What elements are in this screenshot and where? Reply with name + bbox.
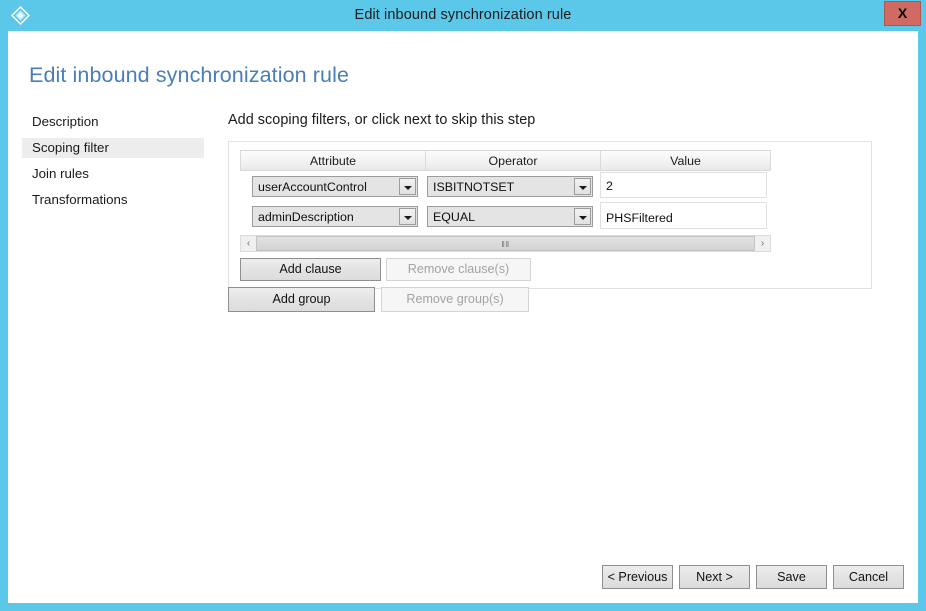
column-header-value[interactable]: Value bbox=[600, 150, 771, 171]
attribute-dropdown-value: userAccountControl bbox=[258, 180, 367, 194]
chevron-down-icon[interactable] bbox=[574, 208, 591, 225]
window-title: Edit inbound synchronization rule bbox=[354, 7, 572, 23]
attribute-dropdown-value: adminDescription bbox=[258, 210, 354, 224]
column-header-attribute[interactable]: Attribute bbox=[240, 150, 425, 171]
add-group-button[interactable]: Add group bbox=[228, 287, 375, 312]
cell-attribute: adminDescription bbox=[240, 202, 425, 227]
scroll-right-arrow-icon[interactable]: › bbox=[755, 236, 770, 251]
cell-operator: ISBITNOTSET bbox=[425, 172, 600, 197]
clause-button-row: Add clause Remove clause(s) bbox=[240, 258, 531, 281]
operator-dropdown[interactable]: ISBITNOTSET bbox=[427, 176, 593, 197]
horizontal-scrollbar[interactable]: ‹ ‖‖ › bbox=[240, 235, 771, 252]
sidebar-item-transformations[interactable]: Transformations bbox=[22, 190, 204, 210]
clause-table: Attribute Operator Value userAccountCont… bbox=[240, 150, 771, 231]
scrollbar-track[interactable]: ‖‖ bbox=[256, 236, 755, 251]
wizard-step-nav: Description Scoping filter Join rules Tr… bbox=[22, 112, 204, 216]
scoping-filter-group: Attribute Operator Value userAccountCont… bbox=[228, 141, 872, 289]
previous-button[interactable]: < Previous bbox=[602, 565, 673, 589]
dialog-window: Edit inbound synchronization rule X Edit… bbox=[0, 0, 926, 611]
clause-table-header-row: Attribute Operator Value bbox=[240, 150, 771, 171]
cell-attribute: userAccountControl bbox=[240, 172, 425, 197]
client-area: Edit inbound synchronization rule Descri… bbox=[8, 31, 918, 603]
cell-value bbox=[600, 172, 771, 198]
attribute-dropdown[interactable]: userAccountControl bbox=[252, 176, 418, 197]
column-header-operator[interactable]: Operator bbox=[425, 150, 600, 171]
cell-value bbox=[600, 202, 771, 229]
dialog-footer: < Previous Next > Save Cancel bbox=[602, 565, 904, 589]
cell-operator: EQUAL bbox=[425, 202, 600, 227]
operator-dropdown[interactable]: EQUAL bbox=[427, 206, 593, 227]
sidebar-item-label: Transformations bbox=[32, 192, 128, 207]
sidebar-item-label: Description bbox=[32, 114, 99, 129]
sidebar-item-description[interactable]: Description bbox=[22, 112, 204, 132]
save-button[interactable]: Save bbox=[756, 565, 827, 589]
sidebar-item-label: Join rules bbox=[32, 166, 89, 181]
step-instruction: Add scoping filters, or click next to sk… bbox=[228, 112, 536, 128]
page-title: Edit inbound synchronization rule bbox=[29, 63, 350, 87]
close-icon[interactable]: X bbox=[884, 1, 921, 26]
sidebar-item-join-rules[interactable]: Join rules bbox=[22, 164, 204, 184]
sidebar-item-label: Scoping filter bbox=[32, 140, 109, 155]
operator-dropdown-value: ISBITNOTSET bbox=[433, 180, 515, 194]
remove-clause-button: Remove clause(s) bbox=[386, 258, 531, 281]
remove-group-button: Remove group(s) bbox=[381, 287, 529, 312]
next-button[interactable]: Next > bbox=[679, 565, 750, 589]
scroll-left-arrow-icon[interactable]: ‹ bbox=[241, 236, 256, 251]
sidebar-item-scoping-filter[interactable]: Scoping filter bbox=[22, 138, 204, 158]
operator-dropdown-value: EQUAL bbox=[433, 210, 476, 224]
table-row: adminDescription EQUAL bbox=[240, 202, 771, 231]
chevron-down-icon[interactable] bbox=[399, 178, 416, 195]
value-input[interactable] bbox=[600, 172, 767, 198]
table-row: userAccountControl ISBITNOTSET bbox=[240, 172, 771, 201]
scrollbar-thumb[interactable]: ‖‖ bbox=[256, 236, 755, 251]
main-pane: Add scoping filters, or click next to sk… bbox=[228, 112, 898, 312]
chevron-down-icon[interactable] bbox=[399, 208, 416, 225]
value-input[interactable] bbox=[600, 202, 767, 229]
attribute-dropdown[interactable]: adminDescription bbox=[252, 206, 418, 227]
add-clause-button[interactable]: Add clause bbox=[240, 258, 381, 281]
group-button-row: Add group Remove group(s) bbox=[228, 287, 529, 312]
cancel-button[interactable]: Cancel bbox=[833, 565, 904, 589]
scrollbar-grip-icon: ‖‖ bbox=[501, 240, 511, 249]
chevron-down-icon[interactable] bbox=[574, 178, 591, 195]
title-bar: Edit inbound synchronization rule X bbox=[0, 0, 926, 31]
